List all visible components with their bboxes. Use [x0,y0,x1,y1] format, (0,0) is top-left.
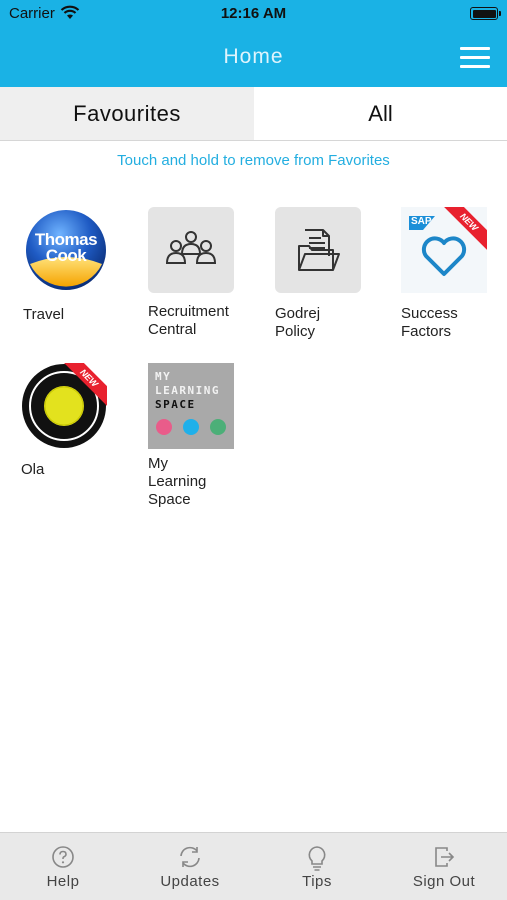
sign-out-button[interactable]: Sign Out [381,833,507,900]
app-header: Carrier 12:16 AM Home [0,0,507,87]
updates-label: Updates [160,873,220,890]
new-badge-text: NEW [441,207,487,253]
ola-logo: NEW [21,363,107,449]
hint-text: Touch and hold to remove from Favorites [117,152,390,169]
app-tile [148,207,234,293]
new-badge: NEW [61,363,107,409]
sap-logo-text: SAP [411,216,432,227]
status-bar: Carrier 12:16 AM [0,0,507,26]
hamburger-menu-button[interactable] [458,47,492,69]
battery-icon [470,7,501,20]
people-group-icon [165,231,217,264]
tab-all[interactable]: All [254,87,507,140]
refresh-icon [180,846,200,868]
status-time: 12:16 AM [220,5,287,22]
logo-line: SPACE [155,398,196,411]
colored-dots [156,419,226,435]
logo-line: LEARNING [155,384,220,397]
help-label: Help [46,873,80,890]
updates-button[interactable]: Updates [127,833,253,900]
new-badge: NEW [441,207,487,253]
thomas-cook-logo: Thomas Cook [23,207,109,293]
tips-button[interactable]: Tips [254,833,380,900]
app-label: Ola [21,461,45,478]
sign-out-label: Sign Out [412,873,476,890]
logo-line: MY [155,370,172,383]
sign-out-icon [435,847,455,867]
tips-label: Tips [302,873,332,890]
app-label: Recruitment Central [148,303,229,338]
segment-tabs: Favourites All [0,87,507,141]
lightbulb-icon [308,846,326,871]
app-label: My Learning Space [148,455,207,508]
app-label: Travel [23,306,65,323]
new-badge-text: NEW [61,363,107,409]
my-learning-space-logo: MY LEARNING SPACE [148,363,234,449]
app-tile [275,207,361,293]
bottom-tab-bar: Help Updates Tips Sign Out [0,832,507,900]
app-label: Success Factors [401,305,458,340]
document-folder-icon [298,229,340,271]
help-button[interactable]: Help [0,833,126,900]
help-icon [52,846,74,868]
tab-favourites[interactable]: Favourites [0,87,254,140]
app-label: Godrej Policy [275,305,321,340]
app-tile: SAP NEW [401,207,487,293]
page-title: Home [223,45,284,68]
logo-line: Cook [45,246,87,265]
